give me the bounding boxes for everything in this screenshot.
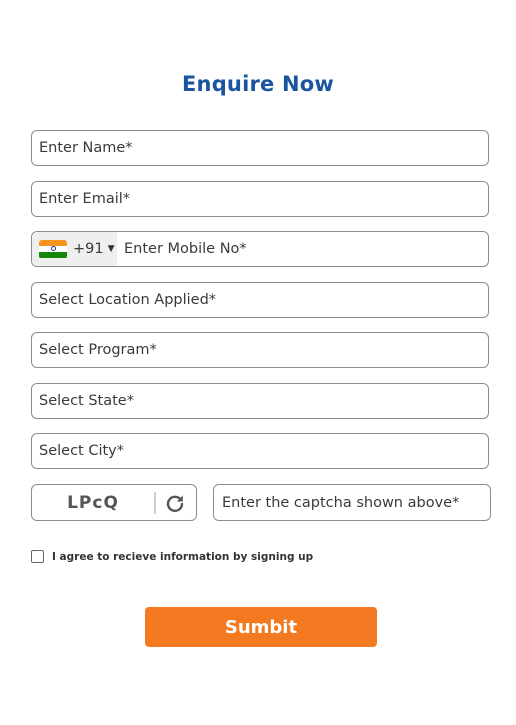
name-placeholder: Enter Name* — [39, 140, 133, 156]
caret-down-icon: ▼ — [107, 244, 115, 254]
state-placeholder: Select State* — [39, 393, 134, 409]
mobile-input[interactable]: Enter Mobile No* — [117, 241, 247, 257]
india-flag-icon — [39, 239, 67, 259]
captcha-placeholder: Enter the captcha shown above* — [222, 494, 460, 511]
captcha-input[interactable]: Enter the captcha shown above* — [213, 484, 491, 521]
agree-checkbox[interactable] — [31, 550, 44, 563]
submit-button[interactable]: Sumbit — [145, 607, 377, 647]
city-select[interactable]: Select City* — [31, 433, 489, 469]
location-select[interactable]: Select Location Applied* — [31, 282, 489, 318]
program-select[interactable]: Select Program* — [31, 332, 489, 368]
captcha-box: LPcQ — [31, 484, 197, 521]
name-field[interactable]: Enter Name* — [31, 130, 489, 166]
email-field[interactable]: Enter Email* — [31, 181, 489, 217]
agree-label: I agree to recieve information by signin… — [52, 550, 314, 563]
location-placeholder: Select Location Applied* — [39, 292, 217, 308]
state-select[interactable]: Select State* — [31, 383, 489, 419]
dial-code: +91 — [73, 241, 104, 257]
captcha-code: LPcQ — [67, 492, 119, 513]
program-placeholder: Select Program* — [39, 342, 157, 358]
country-code-selector[interactable]: +91 ▼ — [32, 232, 117, 266]
refresh-icon[interactable] — [164, 492, 186, 514]
email-placeholder: Enter Email* — [39, 191, 131, 207]
form-title: Enquire Now — [182, 72, 334, 96]
city-placeholder: Select City* — [39, 443, 125, 459]
agree-row: I agree to recieve information by signin… — [31, 550, 313, 563]
captcha-divider — [154, 491, 156, 514]
mobile-field-group: +91 ▼ Enter Mobile No* — [31, 231, 489, 267]
